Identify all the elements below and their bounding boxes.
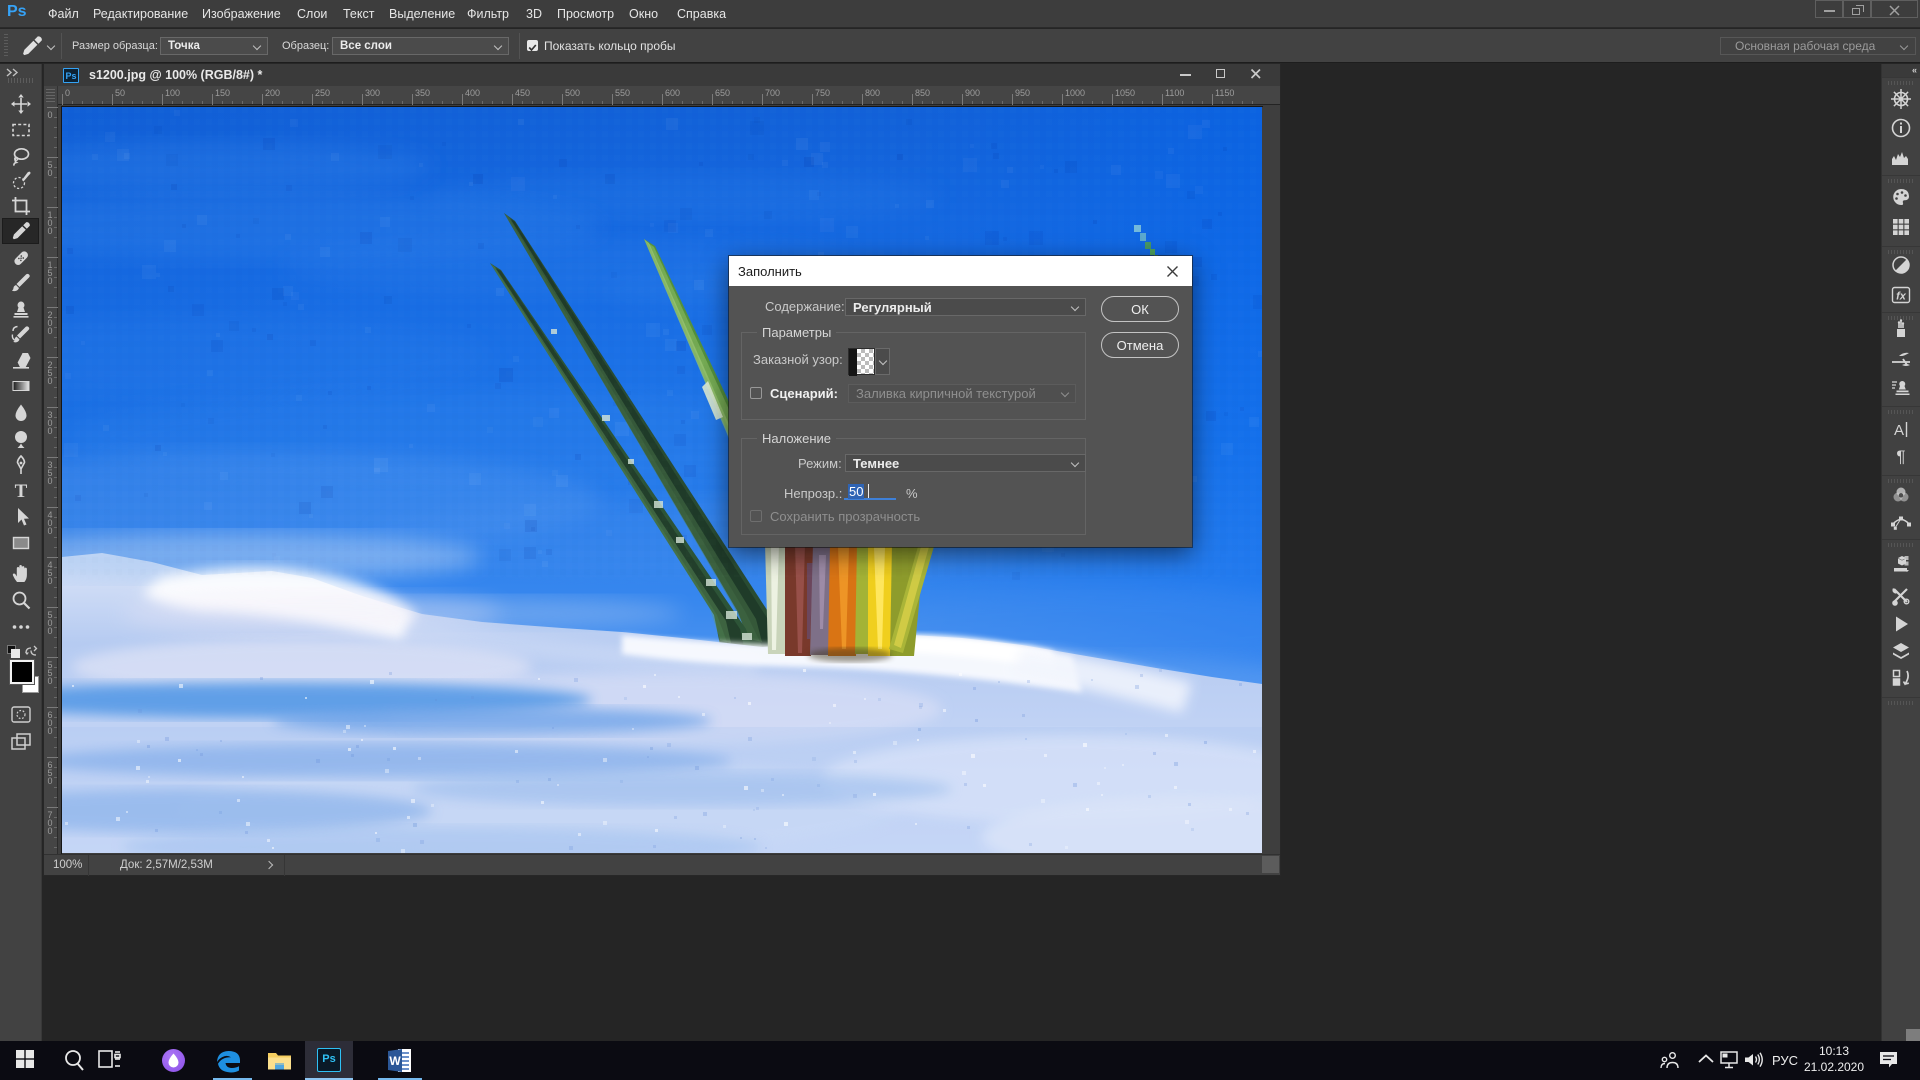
svg-text:fx: fx — [1896, 291, 1907, 303]
svg-text:A: A — [1893, 422, 1903, 439]
svg-text:T: T — [15, 481, 28, 502]
svg-text:¶: ¶ — [1896, 447, 1905, 466]
svg-text:W: W — [389, 1054, 401, 1068]
